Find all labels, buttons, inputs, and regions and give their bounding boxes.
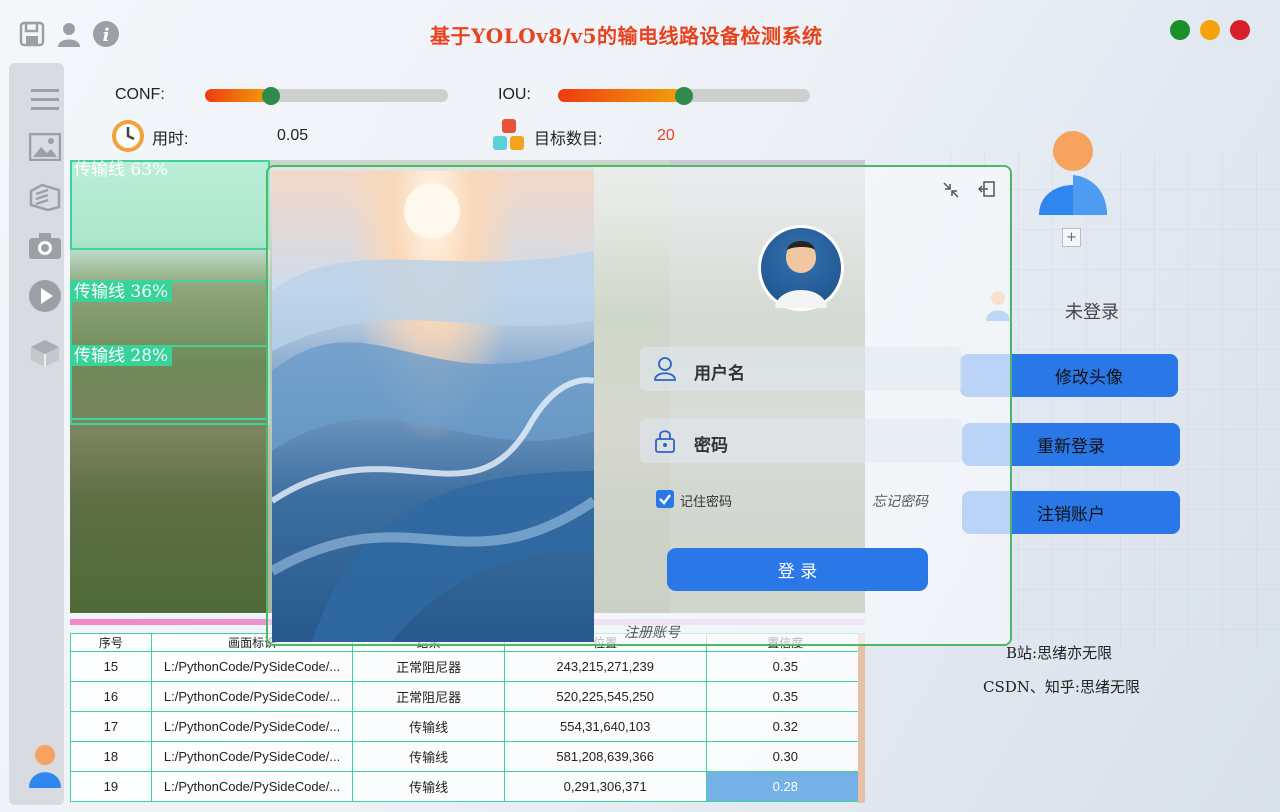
- model-cube-icon[interactable]: [27, 335, 63, 371]
- table-cell[interactable]: 传输线: [352, 741, 505, 772]
- change-avatar-label: 修改头像: [1055, 368, 1123, 388]
- clock-icon: [110, 118, 146, 158]
- remember-checkbox[interactable]: [656, 490, 674, 508]
- table-cell[interactable]: 正常阻尼器: [352, 681, 505, 712]
- table-cell[interactable]: 554,31,640,103: [503, 711, 707, 742]
- table-cell[interactable]: 15: [70, 651, 152, 682]
- username-placeholder: 用户名: [694, 364, 745, 384]
- table-row[interactable]: 17 L:/PythonCode/PySideCode/... 传输线 554,31,…: [70, 711, 866, 742]
- conf-label: CONF:: [115, 86, 165, 103]
- login-dialog: 用户名 密码 记住密码 忘记密码 登 录 注册账号: [266, 165, 1012, 646]
- password-field[interactable]: 密码: [640, 419, 962, 463]
- table-body: 15 L:/PythonCode/PySideCode/... 正常阻尼器 243,2…: [70, 651, 866, 802]
- table-cell[interactable]: L:/PythonCode/PySideCode/...: [150, 681, 354, 712]
- conf-slider-handle[interactable]: [261, 87, 280, 105]
- lock-icon: [654, 429, 676, 457]
- table-cell[interactable]: 传输线: [352, 771, 505, 802]
- iou-slider[interactable]: [558, 87, 810, 105]
- user-outline-icon: [654, 357, 676, 385]
- table-cell[interactable]: 520,225,545,250: [503, 681, 707, 712]
- detection-tag: 传输线 28%: [70, 346, 173, 366]
- table-scrollbar[interactable]: [858, 633, 865, 803]
- table-cell[interactable]: L:/PythonCode/PySideCode/...: [150, 741, 354, 772]
- table-cell[interactable]: 传输线: [352, 711, 505, 742]
- shrink-icon[interactable]: [942, 181, 960, 203]
- table-cell[interactable]: 17: [70, 711, 152, 742]
- exit-icon[interactable]: [977, 180, 996, 202]
- table-row[interactable]: 16 L:/PythonCode/PySideCode/... 正常阻尼器 520,2…: [70, 681, 866, 712]
- table-cell[interactable]: 0.32: [705, 711, 866, 742]
- image-icon[interactable]: [27, 129, 63, 165]
- forgot-password-link[interactable]: 忘记密码: [872, 491, 928, 511]
- count-value: 20: [657, 127, 675, 144]
- table-cell[interactable]: 正常阻尼器: [352, 651, 505, 682]
- count-label: 目标数目:: [534, 131, 603, 148]
- username-field[interactable]: 用户名: [640, 347, 962, 391]
- menu-icon[interactable]: [27, 81, 63, 117]
- detection-tag: 传输线 63%: [74, 160, 169, 180]
- table-cell[interactable]: 0,291,306,371: [503, 771, 707, 802]
- close-button[interactable]: [1230, 20, 1250, 40]
- register-link[interactable]: 注册账号: [624, 622, 680, 642]
- user-avatar-icon[interactable]: [1037, 131, 1109, 221]
- detection-tag: 传输线 36%: [70, 282, 173, 302]
- time-label: 用时:: [152, 131, 189, 148]
- save-icon[interactable]: [18, 20, 46, 48]
- bilibili-credit: B站:思绪亦无限: [1006, 644, 1113, 662]
- camera-icon[interactable]: [27, 228, 63, 264]
- relogin-label: 重新登录: [1037, 437, 1105, 457]
- table-cell[interactable]: 19: [70, 771, 152, 802]
- table-cell[interactable]: 0.28: [705, 771, 866, 802]
- csdn-credit: CSDN、知乎:思绪无限: [983, 678, 1140, 696]
- maximize-button[interactable]: [1170, 20, 1190, 40]
- table-cell[interactable]: 18: [70, 741, 152, 772]
- sidebar: [9, 63, 64, 805]
- table-row[interactable]: 19 L:/PythonCode/PySideCode/... 传输线 0,291,3…: [70, 771, 866, 802]
- login-status: 未登录: [1065, 302, 1119, 322]
- sidebar-avatar-icon[interactable]: [27, 743, 63, 789]
- table-cell[interactable]: 581,208,639,366: [503, 741, 707, 772]
- add-avatar-button[interactable]: +: [1062, 228, 1081, 247]
- table-cell[interactable]: L:/PythonCode/PySideCode/...: [150, 771, 354, 802]
- table-cell[interactable]: L:/PythonCode/PySideCode/...: [150, 711, 354, 742]
- time-value: 0.05: [277, 127, 309, 144]
- table-cell[interactable]: 16: [70, 681, 152, 712]
- remember-label: 记住密码: [680, 495, 733, 510]
- svg-text:i: i: [103, 25, 110, 46]
- table-cell[interactable]: 0.35: [705, 651, 866, 682]
- user-icon[interactable]: [55, 20, 83, 48]
- table-row[interactable]: 15 L:/PythonCode/PySideCode/... 正常阻尼器 243,2…: [70, 651, 866, 682]
- table-header-cell[interactable]: 序号: [70, 633, 152, 652]
- table-cell[interactable]: 243,215,271,239: [503, 651, 707, 682]
- iou-slider-fill: [558, 89, 684, 102]
- table-row[interactable]: 18 L:/PythonCode/PySideCode/... 传输线 581,208…: [70, 741, 866, 772]
- login-banner-image: [269, 171, 597, 642]
- wave-artwork: [269, 183, 597, 642]
- app-title: 基于YOLOv8/v5的输电线路设备检测系统: [430, 24, 823, 48]
- count-blocks-icon: [492, 118, 528, 158]
- folder-icon[interactable]: [27, 178, 63, 214]
- minimize-button[interactable]: [1200, 20, 1220, 40]
- iou-label: IOU:: [498, 86, 531, 103]
- table-cell[interactable]: 0.30: [705, 741, 866, 772]
- info-icon[interactable]: i: [92, 20, 120, 48]
- login-button[interactable]: 登 录: [667, 548, 928, 591]
- login-form: 用户名 密码 记住密码 忘记密码 登 录 注册账号: [594, 167, 1010, 644]
- login-avatar: [758, 225, 844, 311]
- conf-slider[interactable]: [205, 87, 448, 105]
- results-table[interactable]: 序号画面标识结果位置置信度 15L:/PythonCode/PySideCode…: [70, 633, 866, 802]
- iou-slider-handle[interactable]: [675, 87, 693, 105]
- play-icon[interactable]: [27, 278, 63, 314]
- table-cell[interactable]: 0.35: [705, 681, 866, 712]
- password-placeholder: 密码: [694, 436, 728, 456]
- logout-account-label: 注销账户: [1037, 505, 1105, 525]
- table-cell[interactable]: L:/PythonCode/PySideCode/...: [150, 651, 354, 682]
